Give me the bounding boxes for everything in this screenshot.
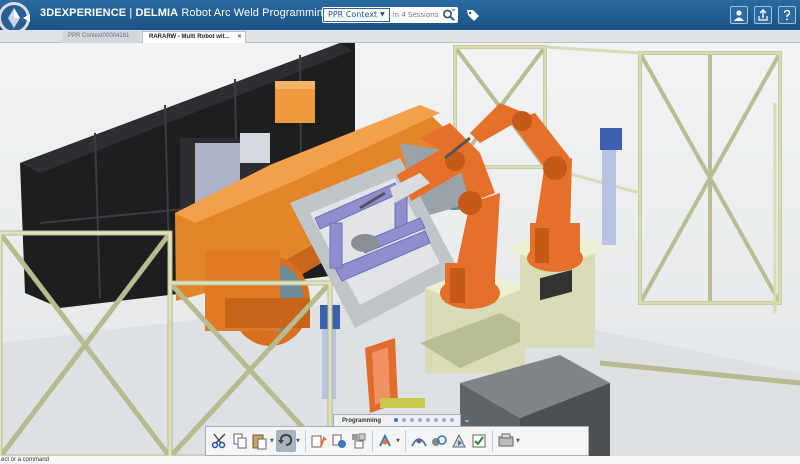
page-dot[interactable] xyxy=(434,418,438,422)
seam-button[interactable] xyxy=(376,430,396,452)
brand-name: 3DEXPERIENCE xyxy=(40,7,127,19)
undo-dropdown[interactable]: ▼ xyxy=(296,430,302,452)
undo-button[interactable] xyxy=(276,430,296,452)
trajectory-button[interactable] xyxy=(409,430,429,452)
trajectory-icon xyxy=(411,438,427,447)
page-dot[interactable] xyxy=(442,418,446,422)
toolbar-separator xyxy=(372,430,373,452)
page-dot[interactable] xyxy=(418,418,422,422)
tag-icon[interactable] xyxy=(466,8,480,22)
context-select-label: PPR Context xyxy=(328,10,378,19)
tab-ppr-context[interactable]: PPR Context00004281 xyxy=(62,31,140,43)
device-button[interactable] xyxy=(349,430,369,452)
page-dot[interactable] xyxy=(450,418,454,422)
close-icon[interactable]: ✕ xyxy=(237,32,242,43)
action-bar-section-tab[interactable]: Programming xyxy=(333,414,461,426)
search-icon[interactable] xyxy=(442,8,456,22)
simulate-button[interactable] xyxy=(449,430,469,452)
weld-path-icon xyxy=(432,435,447,446)
title-bar: 3DEXPERIENCE | DELMIA Robot Arc Weld Pro… xyxy=(0,0,800,34)
help-button[interactable] xyxy=(778,6,796,24)
page-dot[interactable] xyxy=(402,418,406,422)
copy-button[interactable] xyxy=(230,430,250,452)
teach-icon xyxy=(332,434,346,448)
settings-button[interactable] xyxy=(496,430,516,452)
page-dot[interactable] xyxy=(394,418,398,422)
share-button[interactable] xyxy=(754,6,772,24)
paste-icon xyxy=(252,434,267,450)
cut-button[interactable] xyxy=(210,430,230,452)
seam-icon xyxy=(379,433,391,447)
simulate-icon xyxy=(452,433,466,448)
app-title: 3DEXPERIENCE | DELMIA Robot Arc Weld Pro… xyxy=(40,7,329,19)
page-dot[interactable] xyxy=(426,418,430,422)
section-page-dots xyxy=(394,418,454,422)
context-select[interactable]: PPR Context ▼ xyxy=(323,8,390,22)
search-box[interactable]: PPR Context ▼ xyxy=(322,7,458,23)
undo-icon xyxy=(278,433,293,446)
caret-down-icon: ▼ xyxy=(380,11,385,18)
3d-viewport[interactable] xyxy=(0,43,800,457)
robot-program-button[interactable] xyxy=(309,430,329,452)
toolbar-separator xyxy=(492,430,493,452)
copy-icon xyxy=(233,433,247,449)
user-icon xyxy=(734,10,744,21)
safety-fence xyxy=(453,45,782,305)
teach-button[interactable] xyxy=(329,430,349,452)
status-bar: ect or a command xyxy=(0,456,800,464)
tab-multi-robot[interactable]: RARARW - Multi Robot wit... ✕ xyxy=(142,31,246,43)
toolbar-separator xyxy=(305,430,306,452)
robot-cell-scene xyxy=(0,43,800,457)
document-tabs: PPR Context00004281 RARARW - Multi Robot… xyxy=(0,30,800,43)
settings-dropdown[interactable]: ▼ xyxy=(516,430,522,452)
weld-path-button[interactable] xyxy=(429,430,449,452)
seam-dropdown[interactable]: ▼ xyxy=(396,430,402,452)
device-icon xyxy=(352,433,366,449)
share-icon xyxy=(758,9,768,21)
paste-button[interactable] xyxy=(250,430,270,452)
product-name: DELMIA xyxy=(135,7,179,19)
check-reach-icon xyxy=(472,434,486,448)
section-label: Programming xyxy=(342,417,382,424)
tab-label: RARARW - Multi Robot wit... xyxy=(149,34,230,40)
action-bar: ▼ ▼ ▼ ▼ xyxy=(205,426,589,456)
search-input[interactable] xyxy=(392,11,445,19)
settings-icon xyxy=(498,433,514,447)
robot-program-icon xyxy=(311,435,327,448)
toolbar-separator xyxy=(405,430,406,452)
status-text: ect or a command xyxy=(1,457,50,463)
help-icon xyxy=(783,9,791,21)
check-reach-button[interactable] xyxy=(469,430,489,452)
tab-label: PPR Context00004281 xyxy=(68,33,130,39)
page-dot[interactable] xyxy=(410,418,414,422)
cut-icon xyxy=(211,433,226,449)
app-name: Robot Arc Weld Programming xyxy=(178,7,330,19)
user-button[interactable] xyxy=(730,6,748,24)
expand-action-bar-button[interactable]: ⌄ xyxy=(461,414,473,426)
